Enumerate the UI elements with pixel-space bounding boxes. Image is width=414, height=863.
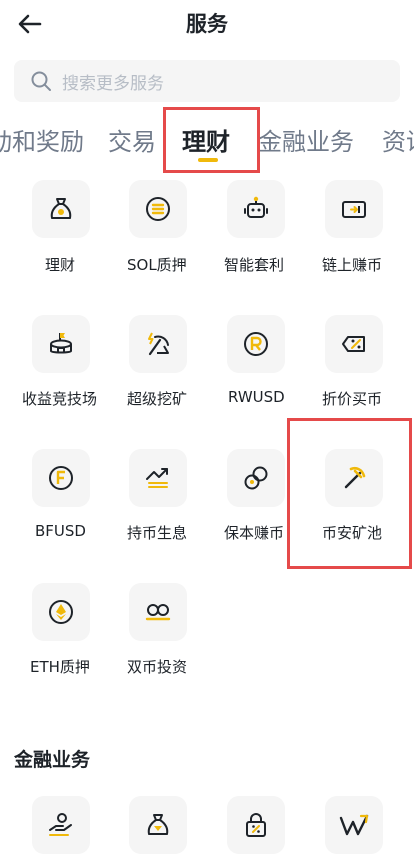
- service-label: SOL质押: [127, 256, 187, 274]
- service-label: RWUSD: [228, 388, 285, 406]
- w-logo-icon[interactable]: [325, 796, 383, 854]
- growth-chart-icon: [129, 449, 187, 507]
- service-label: 理财: [45, 256, 76, 274]
- search-placeholder: 搜索更多服务: [62, 73, 164, 94]
- tab-activities-rewards[interactable]: 动和奖励: [0, 122, 84, 157]
- highlight-box-tab: [163, 107, 260, 173]
- discount-tag-icon: [325, 315, 383, 373]
- highlight-box-item: [287, 418, 412, 569]
- tab-news[interactable]: 资讯: [382, 122, 414, 157]
- super-mining-icon: [129, 315, 187, 373]
- section-title-finance: 金融业务: [14, 749, 91, 771]
- service-label: 折价买币: [322, 390, 383, 408]
- search-icon: [31, 71, 51, 91]
- principal-protected-icon: [227, 449, 285, 507]
- service-label: 持币生息: [127, 524, 188, 542]
- arena-icon: [32, 315, 90, 373]
- tab-finance[interactable]: 金融业务: [258, 122, 354, 157]
- service-label: BFUSD: [35, 522, 86, 540]
- sol-coin-icon: [129, 180, 187, 238]
- hand-coin-icon[interactable]: [32, 796, 90, 854]
- diamond-bag-icon[interactable]: [129, 796, 187, 854]
- dual-coin-icon: [129, 583, 187, 641]
- money-bag-icon: [32, 180, 90, 238]
- bfusd-coin-icon: [32, 449, 90, 507]
- service-label: 双币投资: [127, 658, 188, 676]
- service-label: 保本赚币: [224, 524, 285, 542]
- service-label: 链上赚币: [322, 256, 383, 274]
- service-label: 超级挖矿: [127, 390, 188, 408]
- eth-coin-icon: [32, 583, 90, 641]
- robot-icon: [227, 180, 285, 238]
- search-input[interactable]: 搜索更多服务: [14, 60, 400, 102]
- lock-percent-icon[interactable]: [227, 796, 285, 854]
- tab-trade[interactable]: 交易: [108, 122, 156, 157]
- header: 服务: [0, 0, 414, 46]
- service-label: 智能套利: [224, 256, 285, 274]
- page-title: 服务: [186, 12, 228, 36]
- rwusd-coin-icon: [227, 315, 285, 373]
- service-label: ETH质押: [30, 658, 90, 676]
- onchain-card-icon: [325, 180, 383, 238]
- service-label: 收益竞技场: [22, 390, 98, 408]
